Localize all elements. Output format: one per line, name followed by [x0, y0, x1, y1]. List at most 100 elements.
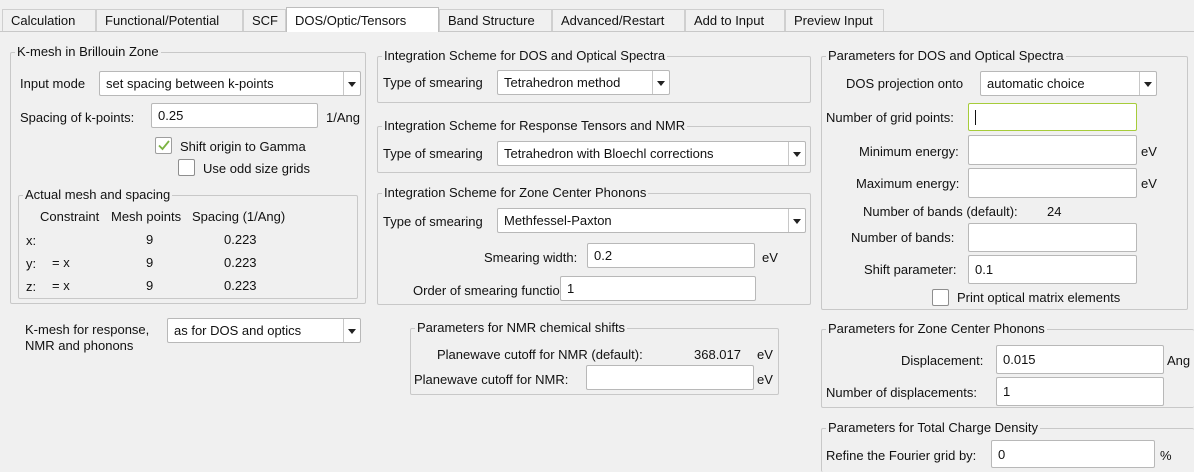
mesh-row-constraint: = x	[52, 255, 70, 270]
tab-dos-optic-tensors[interactable]: DOS/Optic/Tensors	[286, 7, 439, 32]
input-mode-select[interactable]: set spacing between k-points	[99, 71, 361, 96]
response-smearing-value: Tetrahedron with Bloechl corrections	[504, 146, 714, 161]
combo-divider	[343, 72, 344, 95]
print-optical-checkbox[interactable]	[932, 289, 949, 306]
shift-origin-checkbox[interactable]	[155, 137, 172, 154]
kmesh-group-title: K-mesh in Brillouin Zone	[15, 44, 161, 59]
mesh-row-constraint: = x	[52, 278, 70, 293]
tab-add-to-input[interactable]: Add to Input	[685, 9, 785, 31]
smearing-order-label: Order of smearing function:	[413, 283, 571, 298]
bands-input[interactable]	[968, 223, 1137, 252]
mesh-header-spacing: Spacing (1/Ang)	[192, 209, 286, 224]
refine-grid-input[interactable]	[991, 440, 1155, 468]
dos-projection-label: DOS projection onto	[846, 76, 964, 91]
nmr-default-cutoff-value: 368.017	[694, 347, 741, 362]
spacing-unit: 1/Ang	[326, 110, 360, 125]
grid-points-input[interactable]	[968, 103, 1137, 131]
chevron-down-icon	[348, 82, 356, 87]
mesh-row-points: 9	[146, 232, 154, 247]
nmr-default-cutoff-label: Planewave cutoff for NMR (default):	[437, 347, 643, 362]
chevron-down-icon	[1144, 82, 1152, 87]
combo-divider	[788, 209, 789, 232]
phonon-integration-group-title: Integration Scheme for Zone Center Phono…	[382, 185, 649, 200]
max-energy-unit: eV	[1141, 176, 1157, 191]
dos-smearing-value: Tetrahedron method	[504, 75, 621, 90]
tab-band-structure[interactable]: Band Structure	[439, 9, 552, 31]
num-displacements-input[interactable]	[996, 377, 1164, 406]
displacement-label: Displacement:	[901, 353, 984, 368]
tab-scf[interactable]: SCF	[243, 9, 286, 31]
nmr-group-title: Parameters for NMR chemical shifts	[415, 320, 628, 335]
shift-origin-label: Shift origin to Gamma	[180, 139, 306, 154]
response-kmesh-select[interactable]: as for DOS and optics	[167, 318, 361, 343]
tab-calculation[interactable]: Calculation	[2, 9, 96, 31]
min-energy-input[interactable]	[968, 135, 1137, 165]
chevron-down-icon	[657, 81, 665, 86]
refine-grid-label: Refine the Fourier grid by:	[826, 448, 977, 463]
shift-parameter-label: Shift parameter:	[864, 262, 957, 277]
dos-projection-select[interactable]: automatic choice	[980, 71, 1157, 96]
phonon-smearing-value: Methfessel-Paxton	[504, 213, 612, 228]
phonon-params-group-title: Parameters for Zone Center Phonons	[826, 321, 1047, 336]
shift-parameter-input[interactable]	[968, 255, 1137, 284]
bands-label: Number of bands:	[851, 230, 955, 245]
tab-advanced-restart[interactable]: Advanced/Restart	[552, 9, 685, 31]
bands-default-value: 24	[1047, 204, 1062, 219]
tab-bar: Calculation Functional/Potential SCF DOS…	[0, 0, 1194, 32]
input-mode-value: set spacing between k-points	[106, 76, 274, 91]
spacing-label: Spacing of k-points:	[20, 110, 135, 125]
odd-grids-checkbox[interactable]	[178, 159, 195, 176]
response-kmesh-label-line1: K-mesh for response,	[25, 322, 150, 337]
combo-divider	[1139, 72, 1140, 95]
combo-divider	[788, 142, 789, 165]
response-smearing-label: Type of smearing	[383, 146, 483, 161]
tab-functional-potential[interactable]: Functional/Potential	[96, 9, 243, 31]
displacement-unit: Ang	[1167, 353, 1191, 368]
charge-density-group-title: Parameters for Total Charge Density	[826, 420, 1041, 435]
combo-divider	[343, 319, 344, 342]
mesh-row-spacing: 0.223	[224, 255, 257, 270]
phonon-smearing-select[interactable]: Methfessel-Paxton	[497, 208, 806, 233]
chevron-down-icon	[348, 329, 356, 334]
mesh-row-spacing: 0.223	[224, 278, 257, 293]
mesh-row-axis: x:	[26, 233, 37, 248]
mesh-row-points: 9	[146, 255, 154, 270]
chevron-down-icon	[793, 152, 801, 157]
num-displacements-label: Number of displacements:	[826, 385, 978, 400]
dos-projection-value: automatic choice	[987, 76, 1085, 91]
spacing-input[interactable]	[151, 103, 318, 128]
mesh-row-points: 9	[146, 278, 154, 293]
smearing-width-unit: eV	[762, 250, 778, 265]
chevron-down-icon	[793, 219, 801, 224]
response-smearing-select[interactable]: Tetrahedron with Bloechl corrections	[497, 141, 806, 166]
response-kmesh-value: as for DOS and optics	[174, 323, 302, 338]
nmr-cutoff-label: Planewave cutoff for NMR:	[414, 372, 569, 387]
min-energy-label: Minimum energy:	[859, 144, 959, 159]
refine-grid-unit: %	[1160, 448, 1172, 463]
tab-preview-input[interactable]: Preview Input	[785, 9, 884, 31]
nmr-cutoff-unit: eV	[757, 372, 773, 387]
bands-default-label: Number of bands (default):	[863, 204, 1018, 219]
nmr-cutoff-input[interactable]	[586, 365, 754, 390]
smearing-width-label: Smearing width:	[484, 250, 578, 265]
nmr-default-cutoff-unit: eV	[757, 347, 773, 362]
odd-grids-label: Use odd size grids	[203, 161, 310, 176]
mesh-header-constraint: Constraint	[40, 209, 100, 224]
smearing-width-input[interactable]	[587, 243, 755, 268]
dos-smearing-label: Type of smearing	[383, 75, 483, 90]
check-icon	[158, 140, 170, 151]
mesh-row-axis: z:	[26, 279, 37, 294]
dos-params-group-title: Parameters for DOS and Optical Spectra	[826, 48, 1066, 63]
min-energy-unit: eV	[1141, 144, 1157, 159]
displacement-input[interactable]	[996, 345, 1164, 374]
dos-integration-group-title: Integration Scheme for DOS and Optical S…	[382, 48, 668, 63]
dos-smearing-select[interactable]: Tetrahedron method	[497, 70, 670, 95]
max-energy-input[interactable]	[968, 168, 1137, 198]
grid-points-label: Number of grid points:	[826, 110, 954, 125]
smearing-order-input[interactable]	[560, 276, 756, 301]
text-cursor	[975, 110, 976, 125]
phonon-smearing-label: Type of smearing	[383, 214, 483, 229]
print-optical-label: Print optical matrix elements	[957, 290, 1121, 305]
mesh-row-axis: y:	[26, 256, 37, 271]
response-integration-group-title: Integration Scheme for Response Tensors …	[382, 118, 688, 133]
